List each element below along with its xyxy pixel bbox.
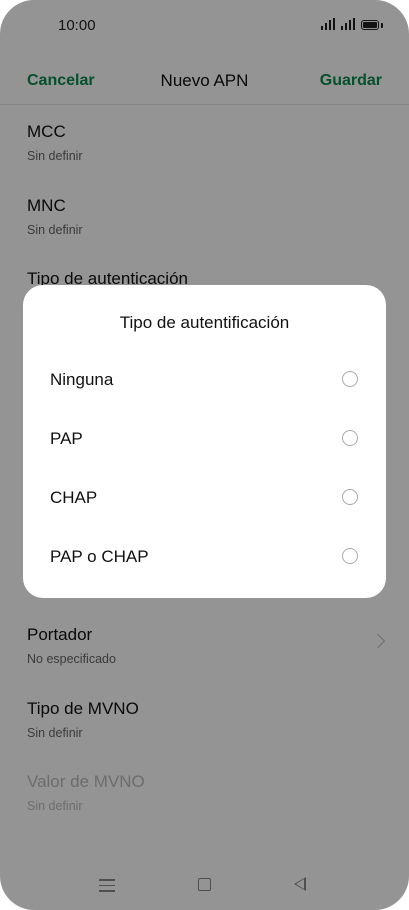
radio-button[interactable] [342, 548, 358, 564]
radio-button[interactable] [342, 489, 358, 505]
option-label: PAP [50, 429, 83, 448]
option-pap-or-chap[interactable]: PAP o CHAP [23, 533, 386, 581]
phone-screen: 10:00 Cancelar Nuevo APN Guardar MCC Sin… [0, 0, 409, 910]
option-chap[interactable]: CHAP [23, 474, 386, 522]
option-pap[interactable]: PAP [23, 415, 386, 463]
option-none[interactable]: Ninguna [23, 356, 386, 404]
auth-type-dialog: Tipo de autentificación Ninguna PAP CHAP… [23, 285, 386, 598]
option-label: PAP o CHAP [50, 547, 149, 566]
radio-button[interactable] [342, 371, 358, 387]
option-label: CHAP [50, 488, 98, 507]
radio-button[interactable] [342, 430, 358, 446]
option-label: Ninguna [50, 370, 114, 389]
dialog-title: Tipo de autentificación [119, 313, 290, 332]
